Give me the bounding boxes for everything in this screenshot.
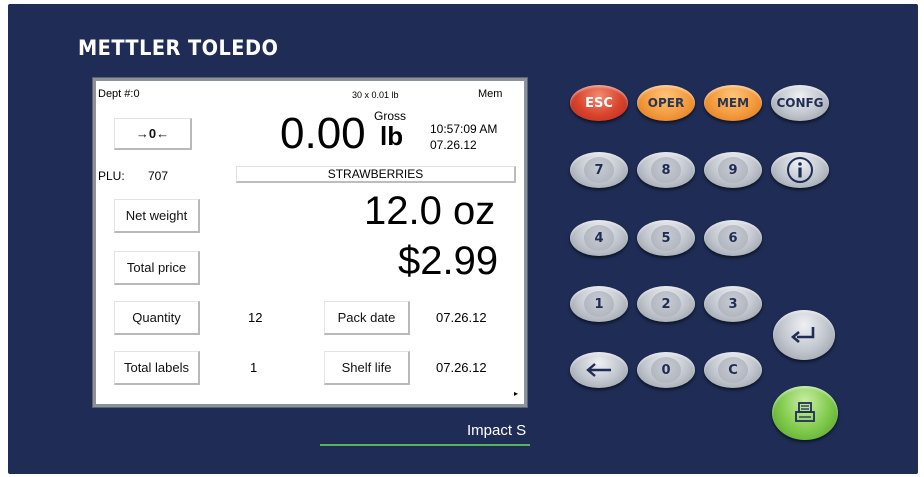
- increment-label: 30 x 0.01 lb: [352, 90, 399, 100]
- printer-icon: [792, 400, 818, 426]
- key-3[interactable]: 3: [704, 286, 762, 322]
- display-screen: Dept #:0 30 x 0.01 lb Mem →0← 0.00 Gross…: [96, 81, 524, 404]
- key-1-label: 1: [584, 291, 614, 317]
- scale-panel: METTLER TOLEDO Dept #:0 30 x 0.01 lb Mem…: [8, 4, 918, 474]
- key-7[interactable]: 7: [570, 152, 628, 188]
- info-key[interactable]: [771, 152, 829, 188]
- quantity-button[interactable]: Quantity: [114, 301, 200, 335]
- clock-time: 10:57:09 AM: [430, 122, 498, 136]
- key-5-label: 5: [651, 225, 681, 251]
- shelf-life-button[interactable]: Shelf life: [324, 351, 410, 385]
- display-bezel: Dept #:0 30 x 0.01 lb Mem →0← 0.00 Gross…: [92, 77, 528, 408]
- total-labels-value: 1: [250, 360, 258, 375]
- scroll-arrow-icon: ▸: [514, 389, 519, 398]
- brand-logo: METTLER TOLEDO: [78, 36, 279, 60]
- plu-value: 707: [148, 169, 169, 183]
- backspace-key[interactable]: [570, 352, 628, 388]
- mem-key[interactable]: MEM: [704, 85, 762, 121]
- enter-key[interactable]: [773, 310, 835, 360]
- key-9-label: 9: [718, 157, 748, 183]
- print-key[interactable]: [772, 386, 838, 440]
- total-price-value: $2.99: [398, 239, 499, 283]
- key-6[interactable]: 6: [704, 220, 762, 256]
- dept-label: Dept #:0: [98, 88, 140, 100]
- model-underline: [320, 444, 530, 446]
- key-4[interactable]: 4: [570, 220, 628, 256]
- key-8[interactable]: 8: [637, 152, 695, 188]
- key-9[interactable]: 9: [704, 152, 762, 188]
- key-7-label: 7: [584, 157, 614, 183]
- pack-date-button[interactable]: Pack date: [324, 301, 410, 335]
- model-name: Impact S: [467, 422, 527, 439]
- key-1[interactable]: 1: [570, 286, 628, 322]
- key-6-label: 6: [718, 225, 748, 251]
- key-4-label: 4: [584, 225, 614, 251]
- product-name-field[interactable]: STRAWBERRIES: [236, 166, 516, 183]
- key-8-label: 8: [651, 157, 681, 183]
- enter-icon: [789, 324, 819, 346]
- zero-button[interactable]: →0←: [114, 118, 192, 150]
- total-price-button[interactable]: Total price: [114, 251, 200, 285]
- key-2-label: 2: [651, 291, 681, 317]
- key-5[interactable]: 5: [637, 220, 695, 256]
- net-weight-value: 12.0 oz: [364, 189, 496, 233]
- config-key[interactable]: CONFG: [771, 85, 829, 121]
- oper-key[interactable]: OPER: [637, 85, 695, 121]
- mem-indicator: Mem: [478, 88, 503, 100]
- weight-display: 0.00: [280, 109, 366, 158]
- key-3-label: 3: [718, 291, 748, 317]
- quantity-value: 12: [248, 310, 263, 325]
- clear-key[interactable]: C: [704, 352, 762, 388]
- info-icon: [785, 155, 815, 185]
- shelf-life-value: 07.26.12: [436, 360, 487, 375]
- key-2[interactable]: 2: [637, 286, 695, 322]
- arrow-left-icon: [585, 362, 613, 378]
- clock-date: 07.26.12: [430, 138, 477, 152]
- key-0[interactable]: 0: [637, 352, 695, 388]
- plu-label: PLU:: [98, 169, 125, 183]
- weight-unit: lb: [380, 121, 404, 151]
- total-labels-button[interactable]: Total labels: [114, 351, 200, 385]
- key-0-label: 0: [651, 357, 681, 383]
- net-weight-button[interactable]: Net weight: [114, 199, 200, 233]
- pack-date-value: 07.26.12: [436, 310, 487, 325]
- esc-key[interactable]: ESC: [570, 85, 628, 121]
- clear-key-label: C: [718, 357, 748, 383]
